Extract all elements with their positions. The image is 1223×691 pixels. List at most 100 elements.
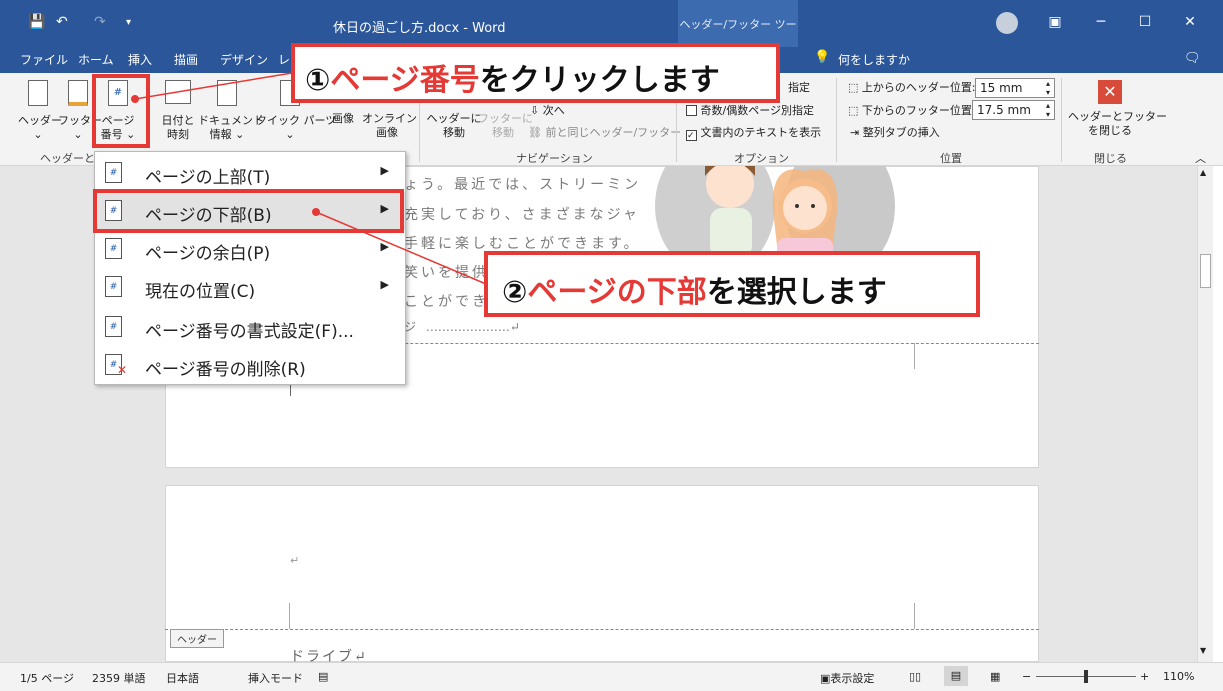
insert-alignment-tab-button[interactable]: ⇥ 整列タブの挿入 <box>850 126 940 140</box>
tab-file[interactable]: ファイル <box>20 51 68 68</box>
spinner-icon[interactable]: ▴ ▾ <box>1046 101 1050 119</box>
status-words[interactable]: 2359 単語 <box>92 670 146 686</box>
tab-review[interactable]: レ <box>278 51 290 68</box>
tab-design[interactable]: デザイン <box>220 51 268 68</box>
next-icon: ⇩ <box>530 104 540 117</box>
comment-icon[interactable]: 🗨 <box>1184 51 1201 66</box>
menu-item-page-margin[interactable]: # ページの余白(P) ▶ <box>95 230 405 268</box>
footer-icon <box>68 80 88 106</box>
date-time-button[interactable]: 日付と 時刻 <box>160 80 196 142</box>
submenu-arrow-icon: ▶ <box>380 278 389 291</box>
status-mode[interactable]: 挿入モード <box>248 670 303 686</box>
callout-step-1: ①ページ番号をクリックします <box>291 43 780 103</box>
customize-qat-icon[interactable]: ▾ <box>126 17 131 28</box>
ribbon-display-icon[interactable]: ▣ <box>1040 10 1070 34</box>
format-page-number-icon: # <box>105 316 122 337</box>
close-header-footer-button[interactable]: ✕ ヘッダーとフッター を閉じる <box>1068 80 1167 138</box>
collapse-ribbon-icon[interactable]: ︿ <box>1195 150 1206 166</box>
remove-page-number-icon: # ✕ <box>105 354 127 377</box>
group-label-options: オプション <box>734 152 789 165</box>
margin-mark <box>289 603 290 629</box>
menu-item-remove-page-number[interactable]: # ✕ ページ番号の削除(R) <box>95 346 405 384</box>
link-icon: ⛓ <box>528 126 542 139</box>
page-number-menu: # ページの上部(T) ▶ # ページの下部(B) ▶ # ページの余白(P) … <box>94 151 406 385</box>
girl-eye-shape <box>811 204 815 208</box>
online-pictures-button[interactable]: オンライン 画像 <box>362 112 417 140</box>
callout-step-2: ②ページの下部を選択します <box>484 251 980 317</box>
tab-draw[interactable]: 描画 <box>174 51 198 68</box>
highlight-page-bottom <box>93 189 404 233</box>
header-icon <box>28 80 48 106</box>
margin-mark <box>914 603 915 629</box>
tab-home[interactable]: ホーム <box>78 51 114 68</box>
minimize-icon[interactable]: ─ <box>1086 10 1116 34</box>
menu-item-current-position[interactable]: # 現在の位置(C) ▶ <box>95 268 405 306</box>
submenu-arrow-icon: ▶ <box>380 164 389 177</box>
goto-footer-button[interactable]: フッターに 移動 <box>478 112 533 140</box>
opt-show-text-checkbox[interactable]: ✓ 文書内のテキストを表示 <box>686 126 821 141</box>
footer-position-label: ⬚ 下からのフッター位置: <box>848 104 976 117</box>
tell-me-search[interactable]: 何をしますか <box>838 51 910 68</box>
print-layout-icon[interactable]: ▤ <box>944 666 968 686</box>
goto-header-button[interactable]: ヘッダーに 移動 <box>426 112 482 140</box>
group-label-position: 位置 <box>940 152 962 165</box>
group-label-navigation: ナビゲーション <box>516 152 593 165</box>
header-position-input[interactable]: 15 mm ▴ ▾ <box>975 78 1055 98</box>
doc-text-line: 笑いを提供 <box>404 265 489 281</box>
document-title: 休日の過ごし方.docx - Word <box>333 21 506 36</box>
macro-icon[interactable]: ▤ <box>318 670 328 683</box>
zoom-out-icon[interactable]: − <box>1022 670 1031 683</box>
title-bar: 💾 ↶ ↷ ▾ 休日の過ごし方.docx - Word ヘッダー/フッター ツー… <box>0 0 1223 81</box>
submenu-arrow-icon: ▶ <box>380 240 389 253</box>
doc-text-line: ジ …………………↵ <box>404 320 520 334</box>
header-tag: ヘッダー <box>170 629 224 648</box>
redo-icon[interactable]: ↷ <box>94 14 106 30</box>
zoom-in-icon[interactable]: + <box>1140 670 1149 683</box>
doc-text-line: ょう。最近では、ストリーミン <box>404 177 642 193</box>
checkbox-checked-icon: ✓ <box>686 130 697 141</box>
page-top-icon: # <box>105 162 122 183</box>
save-icon[interactable]: 💾 <box>28 14 45 30</box>
maximize-icon[interactable]: ☐ <box>1130 10 1160 34</box>
status-page[interactable]: 1/5 ページ <box>20 670 74 686</box>
close-window-icon[interactable]: ✕ <box>1175 10 1205 34</box>
spinner-icon[interactable]: ▴ ▾ <box>1046 79 1050 97</box>
document-info-button[interactable]: ドキュメント 情報 ⌄ <box>198 80 264 142</box>
link-previous-button[interactable]: ⛓ 前と同じヘッダー/フッター <box>528 126 681 140</box>
status-bar: 1/5 ページ 2359 単語 日本語 挿入モード ▤ ▣表示設定 ▯▯ ▤ ▦… <box>0 662 1223 691</box>
zoom-slider-thumb[interactable] <box>1084 670 1088 683</box>
context-tab-header-footer-tools: ヘッダー/フッター ツール <box>678 0 798 81</box>
tab-insert[interactable]: 挿入 <box>128 51 152 68</box>
page-margin-icon: # <box>105 238 122 259</box>
vertical-scrollbar[interactable]: ▲ ▼ <box>1197 166 1213 662</box>
web-layout-icon[interactable]: ▦ <box>990 670 1000 683</box>
scroll-down-icon[interactable]: ▼ <box>1200 646 1206 655</box>
lightbulb-icon: 💡 <box>814 50 831 65</box>
girl-eye-shape <box>795 204 799 208</box>
header-position-icon: ⬚ <box>848 81 859 94</box>
user-avatar[interactable] <box>996 12 1018 34</box>
read-mode-icon[interactable]: ▯▯ <box>909 670 921 683</box>
footer-position-input[interactable]: 17.5 mm ▴ ▾ <box>972 100 1055 120</box>
display-settings-button[interactable]: ▣表示設定 <box>820 670 874 686</box>
ribbon-separator <box>1061 78 1062 162</box>
menu-item-page-top[interactable]: # ページの上部(T) ▶ <box>95 154 405 192</box>
document-info-icon <box>217 80 237 106</box>
header-position-label: ⬚ 上からのヘッダー位置: <box>848 81 976 94</box>
picture-button[interactable]: 画像 <box>326 112 360 126</box>
ribbon-separator <box>836 78 837 162</box>
doc-text-line: 充実しており、さまざまなジャ <box>404 207 640 223</box>
doc-text-line: 手軽に楽しむことができます。 <box>404 236 641 252</box>
next-button[interactable]: ⇩ 次へ <box>530 104 565 118</box>
undo-icon[interactable]: ↶ <box>56 14 68 30</box>
document-page-2[interactable] <box>165 485 1039 662</box>
menu-item-format-page-number[interactable]: # ページ番号の書式設定(F)... <box>95 308 405 346</box>
header-button[interactable]: ヘッダー ⌄ <box>18 80 62 142</box>
alignment-tab-icon: ⇥ <box>850 126 860 139</box>
zoom-level[interactable]: 110% <box>1163 670 1194 683</box>
scroll-thumb[interactable] <box>1200 254 1211 288</box>
scroll-up-icon[interactable]: ▲ <box>1200 168 1206 177</box>
status-language[interactable]: 日本語 <box>166 670 199 686</box>
opt-odd-even-checkbox[interactable]: 奇数/偶数ページ別指定 <box>686 104 814 118</box>
opt-first-page-text: 指定 <box>788 81 810 94</box>
